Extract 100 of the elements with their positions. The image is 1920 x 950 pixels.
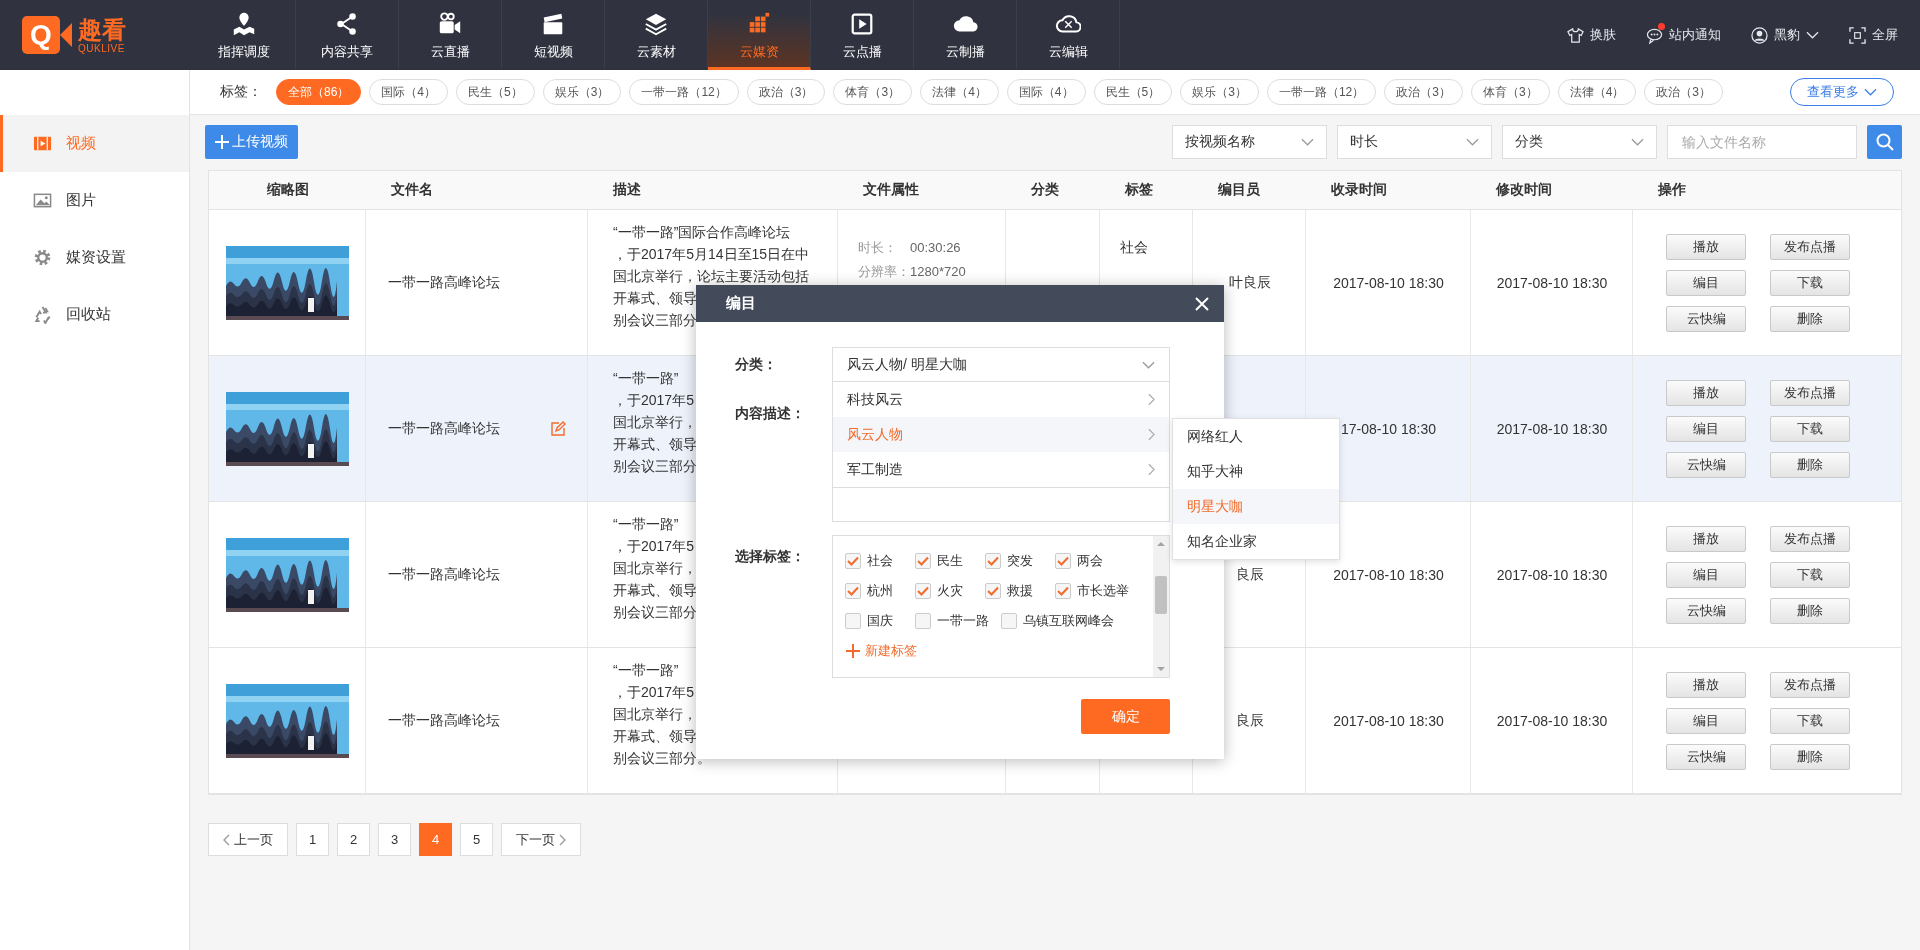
search-field[interactable]: 输入文件名称 — [1667, 125, 1857, 159]
row-action-button[interactable]: 编目 — [1666, 269, 1746, 296]
tag-filter[interactable]: 民生（5） — [456, 79, 535, 105]
row-action-button[interactable]: 删除 — [1770, 451, 1850, 478]
sidebar-item[interactable]: 图片 — [0, 172, 189, 229]
row-action-button[interactable]: 删除 — [1770, 305, 1850, 332]
tag-filter[interactable]: 体育（3） — [1470, 79, 1550, 105]
description-line: ，于2017年5 — [613, 683, 694, 700]
row-action-button[interactable]: 编目 — [1666, 707, 1746, 734]
row-action-button[interactable]: 播放 — [1666, 379, 1746, 406]
row-action-button[interactable]: 发布点播 — [1770, 233, 1850, 260]
tag-option[interactable]: 民生 — [915, 546, 985, 576]
image-icon — [33, 191, 52, 210]
tag-filter[interactable]: 政治（3） — [746, 79, 826, 105]
tag-option[interactable]: 一带一路 — [915, 606, 1001, 636]
row-action-button[interactable]: 下载 — [1770, 561, 1850, 588]
checkbox[interactable] — [1055, 583, 1071, 599]
menu-item[interactable]: 网络红人 — [1173, 419, 1339, 454]
header-action[interactable]: 站内通知 — [1646, 26, 1721, 44]
tag-filter[interactable]: 政治（3） — [1644, 79, 1723, 105]
row-action-button[interactable]: 发布点播 — [1770, 379, 1850, 406]
menu-item[interactable]: 知名企业家 — [1173, 524, 1339, 559]
checkbox[interactable] — [915, 583, 931, 599]
filter-dropdown[interactable]: 分类 — [1502, 125, 1657, 159]
row-action-button[interactable]: 播放 — [1666, 233, 1746, 260]
tag-filter[interactable]: 国际（4） — [369, 79, 449, 105]
tag-option[interactable]: 国庆 — [845, 606, 915, 636]
checkbox[interactable] — [845, 583, 861, 599]
checkbox[interactable] — [1055, 553, 1071, 569]
header-action[interactable]: 全屏 — [1849, 26, 1898, 44]
page-button[interactable]: 1 — [296, 823, 329, 856]
row-action-button[interactable]: 下载 — [1770, 269, 1850, 296]
modified-time: 2017-08-10 18:30 — [1496, 274, 1608, 291]
next-page-button[interactable]: 下一页 — [501, 823, 581, 856]
sidebar-item[interactable]: 回收站 — [0, 286, 189, 343]
show-more-button[interactable]: 查看更多 — [1790, 78, 1894, 106]
checkbox[interactable] — [845, 553, 861, 569]
tag-option[interactable]: 社会 — [845, 546, 915, 576]
checkbox[interactable] — [1001, 613, 1017, 629]
menu-item[interactable]: 科技风云 — [833, 382, 1169, 417]
tag-filter[interactable]: 政治（3） — [1384, 79, 1463, 105]
header-action[interactable]: 换肤 — [1567, 26, 1616, 44]
row-action-button[interactable]: 删除 — [1770, 597, 1850, 624]
row-action-button[interactable]: 编目 — [1666, 561, 1746, 588]
tag-filter[interactable]: 法律（4） — [920, 79, 999, 105]
prev-page-button[interactable]: 上一页 — [208, 823, 288, 856]
tag-option[interactable]: 乌镇互联网峰会 — [1001, 606, 1126, 636]
description-line: “一带一路” — [613, 661, 679, 678]
tag-filter[interactable]: 民生（5） — [1093, 79, 1173, 105]
settings-icon — [33, 248, 52, 267]
chat-icon — [1646, 26, 1663, 44]
row-action-button[interactable]: 下载 — [1770, 707, 1850, 734]
scrollbar[interactable] — [1153, 536, 1169, 677]
editor-name: 叶良辰 — [1228, 273, 1271, 292]
description-line: 别会议三部分 — [613, 311, 697, 328]
row-action-button[interactable]: 播放 — [1666, 525, 1746, 552]
upload-button[interactable]: 上传视频 — [205, 125, 298, 159]
tag-option[interactable]: 市长选举 — [1055, 576, 1141, 606]
menu-item[interactable]: 知乎大神 — [1173, 454, 1339, 489]
page-button[interactable]: 3 — [378, 823, 411, 856]
row-action-button[interactable]: 发布点播 — [1770, 671, 1850, 698]
tag-option[interactable]: 突发 — [985, 546, 1055, 576]
tag-filter[interactable]: 法律（4） — [1557, 79, 1637, 105]
tag-filter[interactable]: 娱乐（3） — [1180, 79, 1259, 105]
edit-icon[interactable] — [550, 420, 566, 437]
row-action-button[interactable]: 删除 — [1770, 743, 1850, 770]
filter-dropdown[interactable]: 按视频名称 — [1172, 125, 1327, 159]
row-action-button[interactable]: 编目 — [1666, 415, 1746, 442]
tag-filter[interactable]: 一带一路（12） — [629, 79, 739, 105]
row-action-button[interactable]: 云快编 — [1666, 305, 1746, 332]
tag-option[interactable]: 救援 — [985, 576, 1055, 606]
caret-icon — [1864, 88, 1877, 96]
row-action-button[interactable]: 云快编 — [1666, 597, 1746, 624]
checkbox[interactable] — [915, 613, 931, 629]
tag-option[interactable]: 杭州 — [845, 576, 915, 606]
row-action-button[interactable]: 发布点播 — [1770, 525, 1850, 552]
menu-item[interactable]: 军工制造 — [833, 452, 1169, 487]
row-action-button[interactable]: 下载 — [1770, 415, 1850, 442]
row-action-button[interactable]: 云快编 — [1666, 743, 1746, 770]
header-action[interactable]: 黑豹 — [1751, 26, 1819, 44]
page-button[interactable]: 2 — [337, 823, 370, 856]
checkbox[interactable] — [845, 613, 861, 629]
nav-tab[interactable]: 云媒资 — [708, 0, 811, 70]
checkbox[interactable] — [915, 553, 931, 569]
page-button[interactable]: 5 — [460, 823, 493, 856]
tag-option[interactable]: 火灾 — [915, 576, 985, 606]
checkbox[interactable] — [985, 583, 1001, 599]
tag-filter[interactable]: 娱乐（3） — [542, 79, 622, 105]
category-dropdown[interactable]: 风云人物/ 明星大咖 — [832, 347, 1170, 382]
row-action-button[interactable]: 播放 — [1666, 671, 1746, 698]
tag-filter[interactable]: 一带一路（12） — [1266, 79, 1377, 105]
sidebar-item[interactable]: 媒资设置 — [0, 229, 189, 286]
tag-filter[interactable]: 体育（3） — [833, 79, 913, 105]
close-icon[interactable] — [1194, 295, 1210, 312]
checkbox[interactable] — [985, 553, 1001, 569]
search-button[interactable] — [1867, 125, 1902, 159]
tag-filter[interactable]: 国际（4） — [1006, 79, 1086, 105]
filter-dropdown[interactable]: 时长 — [1337, 125, 1492, 159]
tag-option[interactable]: 两会 — [1055, 546, 1125, 576]
row-action-button[interactable]: 云快编 — [1666, 451, 1746, 478]
